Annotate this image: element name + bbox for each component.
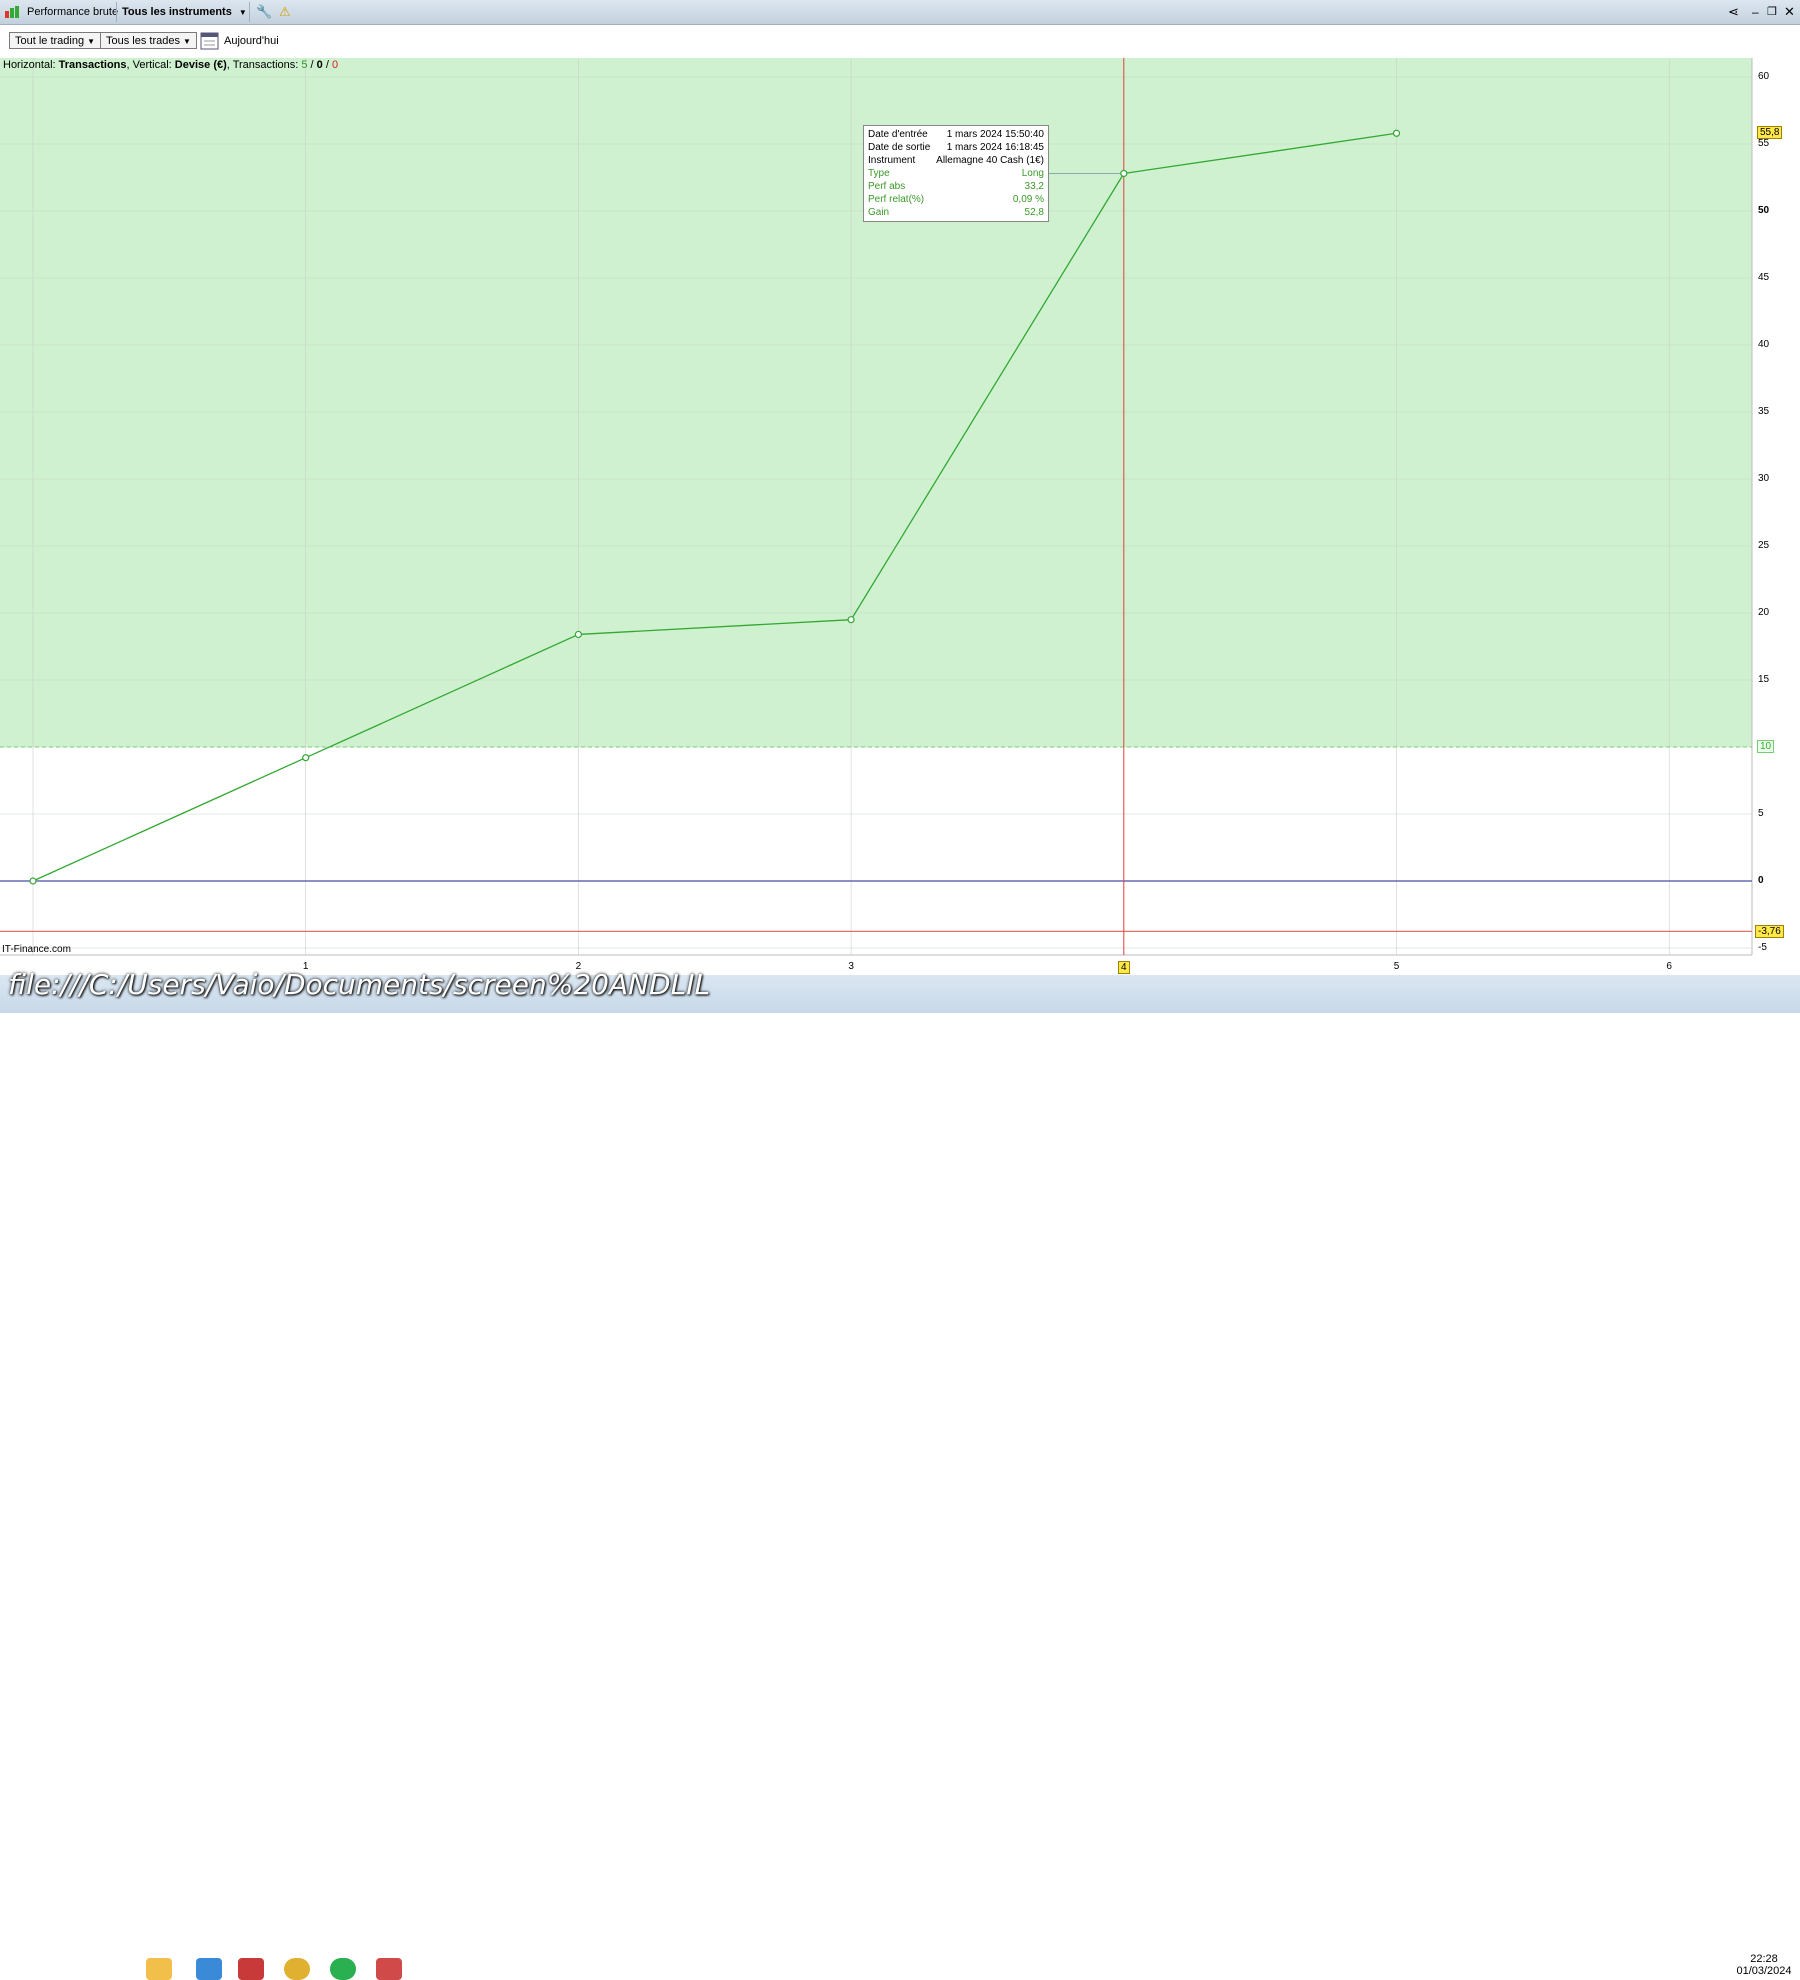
tooltip-value: 1 mars 2024 15:50:40 bbox=[946, 129, 1044, 140]
share-icon[interactable]: ⋖ bbox=[1728, 0, 1739, 24]
data-point bbox=[29, 877, 37, 885]
tooltip-value: 33,2 bbox=[1024, 181, 1044, 192]
y-tick-label: 40 bbox=[1758, 339, 1770, 350]
tooltip-value: 1 mars 2024 16:18:45 bbox=[946, 142, 1044, 153]
close-icon[interactable]: ✕ bbox=[1784, 0, 1795, 24]
restore-icon[interactable]: ❐ bbox=[1767, 0, 1777, 24]
y-tick-label: 55 bbox=[1758, 138, 1770, 149]
chart-app-icon bbox=[5, 6, 19, 18]
y-tick-label: 45 bbox=[1758, 272, 1770, 283]
x-tick-selected: 4 bbox=[1117, 961, 1130, 974]
chrome-icon[interactable] bbox=[284, 1958, 310, 1980]
instruments-dropdown[interactable]: Tous les instruments ▼ bbox=[122, 0, 247, 24]
url-overlay: file:///C:/Users/Vaio/Documents/screen%2… bbox=[8, 968, 711, 1001]
x-tick-label: 3 bbox=[848, 961, 854, 972]
minimize-icon[interactable]: – bbox=[1752, 0, 1759, 24]
y-tick-label: 15 bbox=[1758, 674, 1770, 685]
tooltip-key: Date d'entrée bbox=[868, 129, 928, 140]
trading-app-icon[interactable] bbox=[376, 1958, 402, 1980]
tooltip-value: 52,8 bbox=[1024, 207, 1044, 218]
data-point bbox=[847, 616, 855, 624]
trading-period-dropdown[interactable]: Tout le trading ▼ bbox=[9, 32, 102, 49]
last-value-badge: 55,8 bbox=[1757, 126, 1783, 139]
tooltip-value: 0,09 % bbox=[1012, 194, 1044, 205]
x-tick-label: 6 bbox=[1666, 961, 1672, 972]
instruments-dropdown-label: Tous les instruments bbox=[122, 6, 232, 18]
tooltip-key: Date de sortie bbox=[868, 142, 931, 153]
tooltip-key: Instrument bbox=[868, 155, 916, 166]
system-clock[interactable]: 22:28 01/03/2024 bbox=[1734, 1953, 1794, 1977]
data-point bbox=[302, 754, 310, 762]
x-tick-label: 5 bbox=[1393, 961, 1400, 972]
app-icon[interactable] bbox=[238, 1958, 264, 1980]
chevron-down-icon: ▼ bbox=[238, 8, 247, 17]
tooltip-row: Date d'entrée 1 mars 2024 15:50:40 bbox=[866, 128, 1046, 141]
tooltip-row: Perf abs 33,2 bbox=[866, 180, 1046, 193]
y-tick-label: 20 bbox=[1758, 607, 1770, 618]
tooltip-value: Allemagne 40 Cash (1€) bbox=[936, 155, 1044, 166]
tooltip-row: Perf relat(%) 0,09 % bbox=[866, 193, 1046, 206]
tooltip-key: Perf relat(%) bbox=[868, 194, 925, 205]
chart-caption: Horizontal: Transactions, Vertical: Devi… bbox=[3, 59, 339, 71]
tooltip-row: Type Long bbox=[866, 167, 1046, 180]
trade-tooltip: Date d'entrée 1 mars 2024 15:50:40 Date de… bbox=[863, 125, 1049, 222]
clock-date: 01/03/2024 bbox=[1736, 1965, 1792, 1977]
threshold-badge: 10 bbox=[1757, 740, 1775, 753]
tooltip-key: Type bbox=[868, 168, 890, 179]
tooltip-row: Date de sortie 1 mars 2024 16:18:45 bbox=[866, 141, 1046, 154]
date-range-label[interactable]: Aujourd'hui bbox=[224, 35, 279, 47]
y-tick-label: 50 bbox=[1758, 205, 1770, 216]
data-point bbox=[1120, 169, 1128, 178]
performance-label[interactable]: Performance brute bbox=[27, 0, 118, 24]
y-tick-label: 35 bbox=[1758, 406, 1770, 417]
warning-icon[interactable]: ⚠ bbox=[279, 0, 291, 24]
chevron-down-icon: ▼ bbox=[87, 37, 96, 46]
explorer-icon[interactable] bbox=[146, 1958, 172, 1980]
tooltip-key: Perf abs bbox=[868, 181, 906, 192]
tooltip-row: Instrument Allemagne 40 Cash (1€) bbox=[866, 154, 1046, 167]
mail-icon[interactable] bbox=[196, 1958, 222, 1980]
data-point bbox=[574, 630, 583, 639]
tooltip-key: Gain bbox=[868, 207, 890, 218]
data-point bbox=[1392, 129, 1401, 137]
trades-filter-label: Tous les trades bbox=[106, 35, 180, 47]
title-bar: Performance brute Tous les instruments ▼… bbox=[0, 0, 1800, 25]
y-tick-label: 0 bbox=[1758, 875, 1764, 886]
trades-filter-dropdown[interactable]: Tous les trades ▼ bbox=[100, 32, 197, 49]
spotify-icon[interactable] bbox=[330, 1958, 356, 1980]
wrench-icon[interactable]: 🔧 bbox=[256, 0, 272, 24]
chevron-down-icon: ▼ bbox=[182, 37, 191, 46]
calendar-icon[interactable] bbox=[200, 31, 219, 50]
tooltip-row: Gain 52,8 bbox=[866, 206, 1046, 219]
trading-period-label: Tout le trading bbox=[15, 35, 85, 47]
tooltip-value: Long bbox=[1021, 168, 1044, 179]
y-tick-label: 25 bbox=[1758, 540, 1770, 551]
y-tick-label: 30 bbox=[1758, 473, 1770, 484]
low-value-badge: -3,76 bbox=[1755, 925, 1784, 938]
y-tick-label: 60 bbox=[1758, 71, 1770, 82]
filter-toolbar: Tout le trading ▼ Tous les trades ▼ Aujour… bbox=[0, 25, 1800, 57]
clock-time: 22:28 bbox=[1750, 1953, 1778, 1965]
watermark: IT-Finance.com bbox=[2, 944, 71, 955]
y-tick-label: 5 bbox=[1758, 808, 1764, 819]
y-tick-label: -5 bbox=[1758, 942, 1767, 953]
